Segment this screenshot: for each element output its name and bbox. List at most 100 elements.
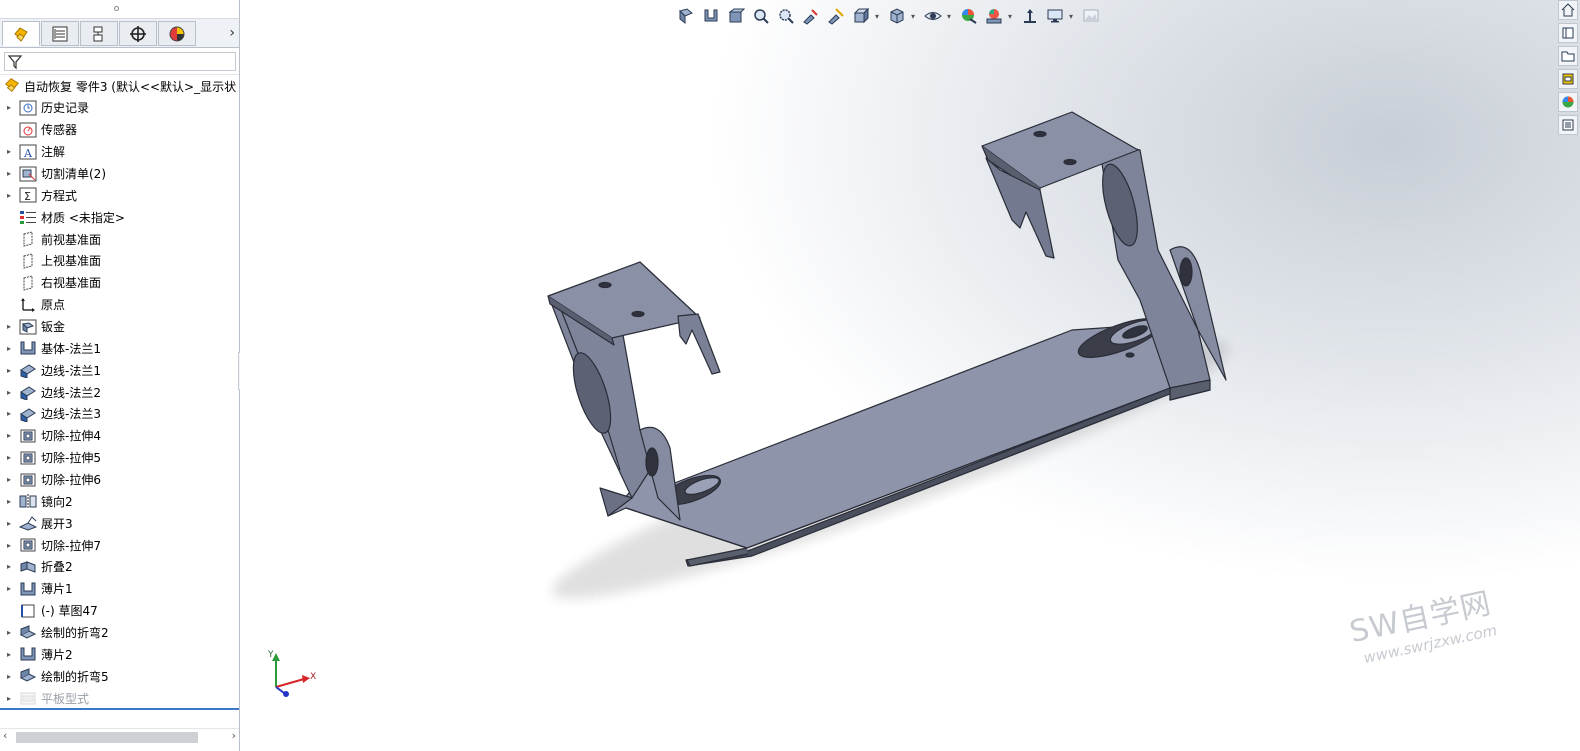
- crosshair-icon: [130, 25, 146, 42]
- tab-propertymanager[interactable]: [41, 21, 79, 46]
- edge-flange-icon: [18, 405, 38, 423]
- expand-arrow-icon[interactable]: ▸: [0, 388, 18, 397]
- featuremanager-icon: [14, 26, 28, 42]
- cut-extrude-icon: [18, 427, 38, 445]
- expand-arrow-icon[interactable]: ▸: [0, 672, 18, 681]
- tree-item-label: 基体-法兰1: [41, 341, 101, 356]
- expand-arrow-icon[interactable]: ▸: [0, 497, 18, 506]
- tree-item[interactable]: ▸ 薄片2: [0, 643, 239, 665]
- sketch-icon: [18, 602, 38, 620]
- expand-arrow-icon[interactable]: ▸: [0, 169, 18, 178]
- tree-item[interactable]: ▸ 历史记录: [0, 97, 239, 119]
- tree-item[interactable]: ▸ 切除-拉伸6: [0, 469, 239, 491]
- origin-icon: [18, 296, 38, 314]
- tree-item[interactable]: ▸ 基体-法兰1: [0, 337, 239, 359]
- expand-arrow-icon[interactable]: ▸: [0, 322, 18, 331]
- tree-item-label: 绘制的折弯2: [41, 626, 109, 641]
- tree-item[interactable]: ▸ Σ 方程式: [0, 184, 239, 206]
- scrollbar-thumb[interactable]: [16, 732, 198, 743]
- expand-arrow-icon[interactable]: ▸: [0, 562, 18, 571]
- horizontal-scrollbar[interactable]: ‹ ›: [0, 728, 239, 746]
- x-axis-label: X: [310, 672, 316, 682]
- tree-item-label: 切除-拉伸4: [41, 429, 101, 444]
- tree-item[interactable]: ▸ 切除-拉伸5: [0, 447, 239, 469]
- sketched-bend-icon: [18, 624, 38, 642]
- tree-item-label: (-) 草图47: [41, 604, 98, 619]
- expand-arrow-icon[interactable]: ▸: [0, 694, 18, 703]
- plane-icon: [18, 274, 38, 292]
- expand-arrow-icon[interactable]: ▸: [0, 628, 18, 637]
- expand-arrow-icon[interactable]: ▸: [0, 103, 18, 112]
- tree-item[interactable]: ▸ 绘制的折弯5: [0, 665, 239, 687]
- tab-configurationmanager[interactable]: [80, 21, 118, 46]
- propertymanager-icon: [52, 26, 68, 41]
- expand-arrow-icon[interactable]: ▸: [0, 147, 18, 156]
- flat-pattern-icon: [18, 689, 38, 707]
- tree-item[interactable]: ▸ 边线-法兰2: [0, 381, 239, 403]
- tree-item[interactable]: ▸ 薄片1: [0, 578, 239, 600]
- tree-item-label: 钣金: [41, 320, 66, 335]
- tree-item[interactable]: ▸材质 <未指定>: [0, 206, 239, 228]
- tab-feature-icon: [18, 580, 38, 598]
- tree-item-label: 右视基准面: [41, 276, 102, 291]
- annotation-icon: A: [18, 143, 38, 161]
- tree-item[interactable]: ▸ 绘制的折弯2: [0, 622, 239, 644]
- scroll-right-icon[interactable]: ›: [232, 729, 236, 742]
- scroll-left-icon[interactable]: ‹: [3, 729, 7, 742]
- tree-item[interactable]: ▸上视基准面: [0, 250, 239, 272]
- expand-arrow-icon[interactable]: ▸: [0, 366, 18, 375]
- tree-item[interactable]: ▸ 切除-拉伸4: [0, 425, 239, 447]
- tree-item[interactable]: ▸ 展开3: [0, 512, 239, 534]
- tree-item[interactable]: ▸ 切割清单(2): [0, 163, 239, 185]
- expand-arrow-icon[interactable]: ▸: [0, 650, 18, 659]
- tree-root-part[interactable]: 自动恢复 零件3 (默认<<默认>_显示状: [0, 76, 239, 96]
- z-axis: [275, 686, 285, 694]
- tree-item[interactable]: ▸ 边线-法兰3: [0, 403, 239, 425]
- tree-item[interactable]: ▸ 钣金: [0, 316, 239, 338]
- tree-item-label: 平板型式: [41, 691, 90, 706]
- cut-extrude-icon: [18, 471, 38, 489]
- tab-featuremanager[interactable]: [2, 21, 40, 46]
- expand-arrow-icon[interactable]: ▸: [0, 519, 18, 528]
- tree-item[interactable]: ▸ 镜向2: [0, 490, 239, 512]
- panel-grip[interactable]: [0, 0, 239, 19]
- tab-more-chevron-icon[interactable]: ›: [229, 25, 235, 41]
- tree-item[interactable]: ▸ 折叠2: [0, 556, 239, 578]
- edge-flange-icon: [18, 383, 38, 401]
- expand-arrow-icon[interactable]: ▸: [0, 344, 18, 353]
- tree-item-label: 历史记录: [41, 101, 90, 116]
- expand-arrow-icon[interactable]: ▸: [0, 191, 18, 200]
- tree-filter-input[interactable]: [4, 52, 236, 71]
- tree-item[interactable]: ▸ 切除-拉伸7: [0, 534, 239, 556]
- tree-item[interactable]: ▸传感器: [0, 119, 239, 141]
- tree-item[interactable]: ▸(-) 草图47: [0, 600, 239, 622]
- expand-arrow-icon[interactable]: ▸: [0, 541, 18, 550]
- sensor-icon: [18, 121, 38, 139]
- tree-item-label: 前视基准面: [41, 232, 102, 247]
- tree-item[interactable]: ▸ A 注解: [0, 141, 239, 163]
- graphics-area[interactable]: ▾ ▾ ▾ ▾ ▾ Y X SW自学网 www.swrjzxw.com: [240, 0, 1580, 751]
- expand-arrow-icon[interactable]: ▸: [0, 475, 18, 484]
- grip-dot-icon: [114, 6, 119, 11]
- tree-item-label: 原点: [41, 298, 66, 313]
- tree-item[interactable]: ▸原点: [0, 294, 239, 316]
- plane-icon: [18, 252, 38, 270]
- tree-item-label: 薄片1: [41, 582, 73, 597]
- tree-root-label: 自动恢复 零件3 (默认<<默认>_显示状: [24, 79, 237, 94]
- tree-item-label: 切除-拉伸5: [41, 451, 101, 466]
- tree-item[interactable]: ▸ 平板型式: [0, 687, 239, 709]
- expand-arrow-icon[interactable]: ▸: [0, 584, 18, 593]
- expand-arrow-icon[interactable]: ▸: [0, 431, 18, 440]
- expand-arrow-icon[interactable]: ▸: [0, 453, 18, 462]
- tree-item-label: 传感器: [41, 123, 78, 138]
- tab-dimxpertmanager[interactable]: [119, 21, 157, 46]
- expand-arrow-icon[interactable]: ▸: [0, 409, 18, 418]
- tree-filter-row: [0, 49, 239, 75]
- tree-item[interactable]: ▸右视基准面: [0, 272, 239, 294]
- tree-item[interactable]: ▸前视基准面: [0, 228, 239, 250]
- tab-displaymanager[interactable]: [158, 21, 196, 46]
- mirror-icon: [18, 492, 38, 510]
- tree-item-label: 镜向2: [41, 494, 73, 509]
- tree-item[interactable]: ▸ 边线-法兰1: [0, 359, 239, 381]
- history-icon: [18, 99, 38, 117]
